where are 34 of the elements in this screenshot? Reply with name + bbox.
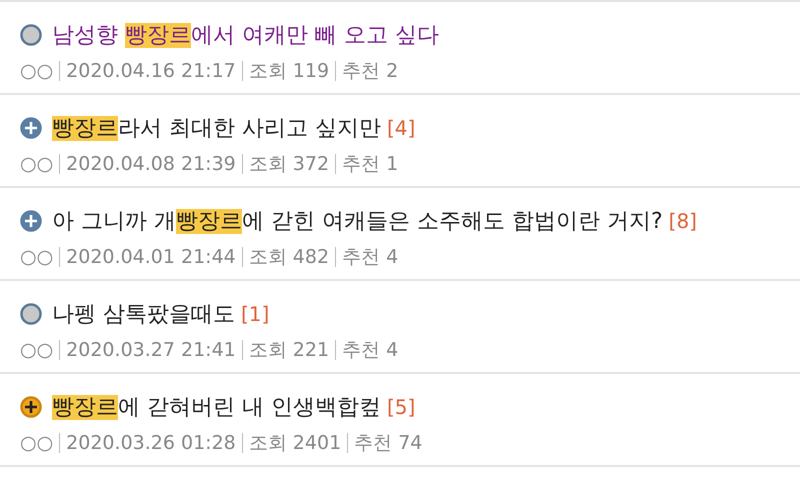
post-date: 2020.04.08 21:39: [66, 153, 236, 175]
author: ○○: [20, 153, 54, 175]
comment-count: [5]: [386, 395, 416, 419]
author: ○○: [20, 60, 54, 82]
view-count: 조회 372: [248, 152, 330, 177]
post-date: 2020.03.27 21:41: [66, 339, 236, 361]
post-date: 2020.04.01 21:44: [66, 246, 236, 268]
author: ○○: [20, 432, 54, 454]
like-count: 추천 74: [354, 431, 422, 456]
view-count: 조회 482: [248, 245, 330, 270]
post-row[interactable]: 빵장르라서 최대한 사리고 싶지만 [4] ○○ 2020.04.08 21:39 조회 372 추천 1: [0, 95, 800, 188]
comment-count: [1]: [241, 302, 270, 326]
comment-count: [4]: [386, 116, 416, 140]
post-row[interactable]: 빵장르에 갇혀버린 내 인생백합컾 [5] ○○ 2020.03.26 01:28 조회 2401 추천 74: [0, 374, 800, 467]
like-count: 추천 1: [342, 152, 398, 177]
comment-count: [8]: [668, 209, 697, 233]
post-row[interactable]: 남성향 빵장르에서 여캐만 빼 오고 싶다 ○○ 2020.04.16 21:17 조회 119 추천 2: [0, 2, 800, 95]
post-title[interactable]: 아 그니까 개 빵장르에 갇힌 여캐들은 소주해도 합법이란 거지?: [52, 206, 663, 236]
post-date: 2020.04.16 21:17: [66, 60, 236, 82]
view-count: 조회 119: [248, 59, 330, 84]
post-date: 2020.03.26 01:28: [66, 432, 236, 454]
view-count: 조회 2401: [248, 431, 342, 456]
post-row[interactable]: 아 그니까 개 빵장르에 갇힌 여캐들은 소주해도 합법이란 거지? [8] ○○ 2020.04.01 21:44 조회 482 추천 4: [0, 188, 800, 281]
post-row[interactable]: 나펭 삼톡팠을때도 [1] ○○ 2020.03.27 21:41 조회 221 추천 4: [0, 281, 800, 374]
post-title[interactable]: 빵장르라서 최대한 사리고 싶지만: [52, 113, 381, 143]
author: ○○: [20, 246, 54, 268]
like-count: 추천 4: [342, 338, 398, 363]
like-count: 추천 4: [342, 245, 398, 270]
post-title[interactable]: 빵장르에 갇혀버린 내 인생백합컾: [52, 392, 381, 422]
view-count: 조회 221: [248, 338, 330, 363]
like-count: 추천 2: [342, 59, 398, 84]
post-title[interactable]: 나펭 삼톡팠을때도: [52, 299, 235, 329]
post-title[interactable]: 남성향 빵장르에서 여캐만 빼 오고 싶다: [52, 20, 439, 50]
author: ○○: [20, 339, 54, 361]
